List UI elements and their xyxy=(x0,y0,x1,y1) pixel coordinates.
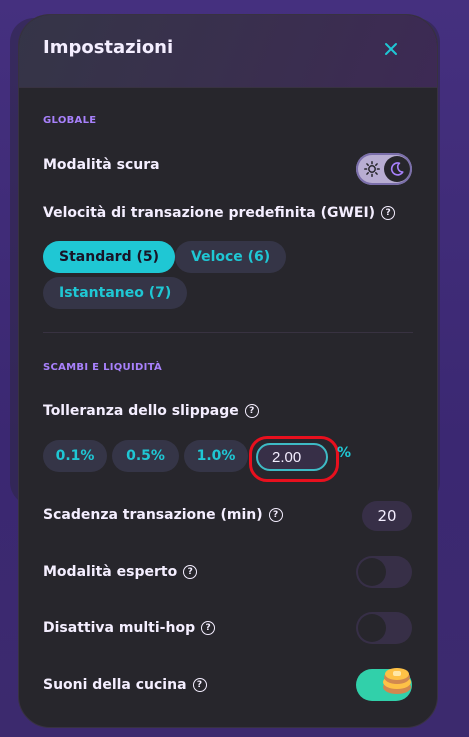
dark-mode-label: Modalità scura xyxy=(43,157,160,173)
gas-speed-label: Velocità di transazione predefinita (GWE… xyxy=(43,205,396,221)
slippage-custom-highlight xyxy=(249,436,339,482)
deadline-input[interactable]: 20 xyxy=(362,501,412,531)
sounds-toggle[interactable] xyxy=(356,668,412,701)
settings-modal: Impostazioni GLOBALE Modalità scura Velo… xyxy=(18,14,438,728)
section-title-global: GLOBALE xyxy=(43,115,97,126)
slippage-unit: % xyxy=(337,445,352,461)
section-title-swaps: SCAMBI E LIQUIDITÀ xyxy=(43,362,163,373)
expert-mode-label: Modalità esperto ? xyxy=(43,564,198,580)
slippage-option-0-1[interactable]: 0.1% xyxy=(43,440,107,472)
toggle-knob xyxy=(358,614,386,642)
help-icon[interactable]: ? xyxy=(244,404,259,418)
gas-option-instant[interactable]: Istantaneo (7) xyxy=(43,277,188,309)
deadline-label: Scadenza transazione (min) ? xyxy=(43,507,283,523)
slippage-option-1-0[interactable]: 1.0% xyxy=(184,440,248,472)
help-icon[interactable]: ? xyxy=(183,565,198,579)
multihop-toggle[interactable] xyxy=(356,612,412,644)
modal-title: Impostazioni xyxy=(43,37,174,58)
help-icon[interactable]: ? xyxy=(201,621,216,635)
expert-mode-toggle[interactable] xyxy=(356,556,412,588)
close-icon xyxy=(385,43,397,55)
close-button[interactable] xyxy=(379,37,403,61)
sun-icon xyxy=(362,159,382,179)
modal-header: Impostazioni xyxy=(19,15,437,88)
divider xyxy=(43,332,413,333)
help-icon[interactable]: ? xyxy=(192,678,207,692)
multihop-label: Disattiva multi-hop ? xyxy=(43,620,216,636)
slippage-label: Tolleranza dello slippage ? xyxy=(43,403,259,419)
slippage-custom-input[interactable] xyxy=(256,443,328,471)
pancake-icon xyxy=(383,668,411,694)
dark-mode-toggle[interactable] xyxy=(356,153,412,185)
help-icon[interactable]: ? xyxy=(381,206,396,220)
moon-icon xyxy=(384,156,410,182)
help-icon[interactable]: ? xyxy=(268,508,283,522)
sounds-label: Suoni della cucina ? xyxy=(43,677,207,693)
toggle-knob xyxy=(358,558,386,586)
slippage-option-0-5[interactable]: 0.5% xyxy=(112,440,179,472)
gas-option-fast[interactable]: Veloce (6) xyxy=(175,241,287,273)
gas-option-standard[interactable]: Standard (5) xyxy=(43,241,175,273)
